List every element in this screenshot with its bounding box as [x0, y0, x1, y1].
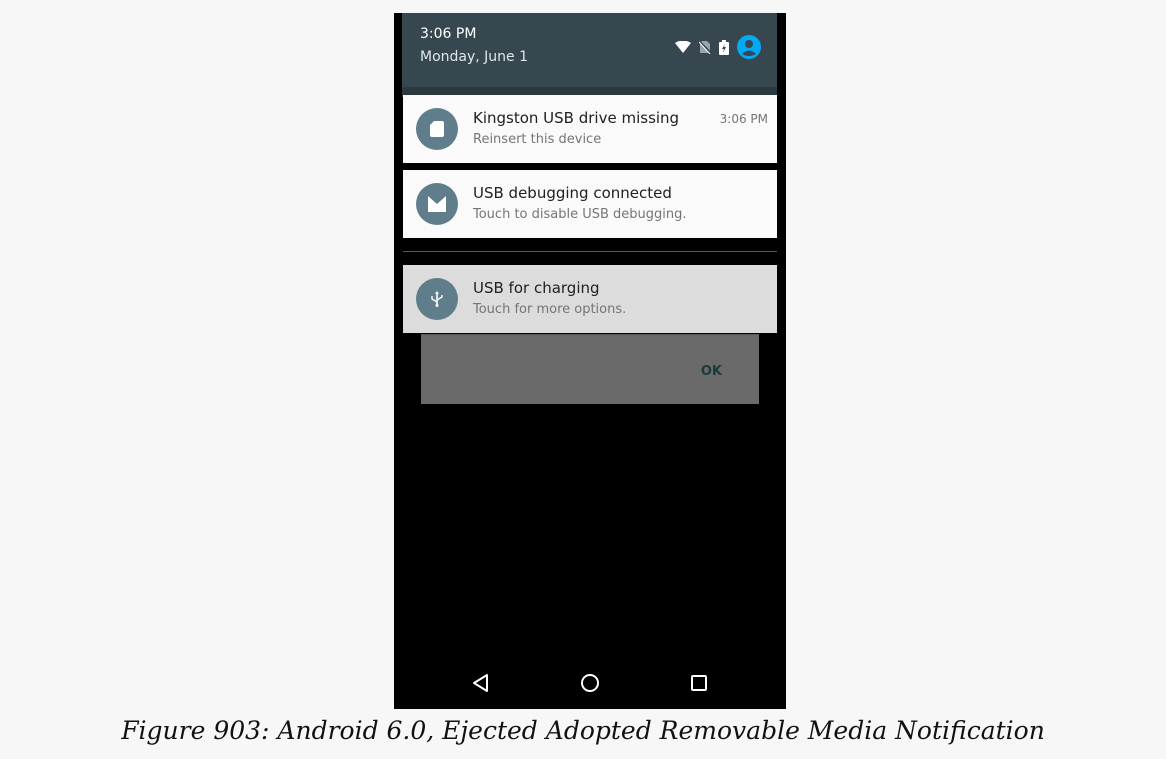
ok-button[interactable]: OK — [701, 364, 722, 379]
notification-title: USB debugging connected — [473, 184, 672, 202]
notification-usb-debugging[interactable]: USB debugging connected Touch to disable… — [403, 170, 777, 238]
navigation-bar — [394, 659, 786, 709]
notification-icon-circle — [416, 108, 458, 150]
clock: 3:06 PM — [420, 26, 477, 42]
date-label: Monday, June 1 — [420, 49, 529, 65]
phone-screen: 3:06 PM Monday, June 1 Kingston USB driv… — [394, 13, 786, 709]
notification-divider — [403, 251, 777, 252]
battery-charging-icon — [719, 39, 729, 55]
status-icons — [675, 35, 761, 59]
notification-text: Touch for more options. — [473, 302, 627, 317]
home-icon[interactable] — [580, 673, 600, 693]
figure-caption: Figure 903: Android 6.0, Ejected Adopted… — [121, 716, 1045, 745]
back-icon[interactable] — [471, 673, 491, 693]
android-m-icon — [428, 196, 446, 212]
notification-time: 3:06 PM — [719, 112, 768, 126]
notification-usb-drive-missing[interactable]: Kingston USB drive missing Reinsert this… — [403, 95, 777, 163]
notification-icon-circle — [416, 278, 458, 320]
notification-title: USB for charging — [473, 279, 600, 297]
no-sim-icon — [699, 40, 711, 54]
background-dialog: OK — [421, 334, 759, 404]
usb-icon — [431, 291, 443, 307]
wifi-icon — [675, 41, 691, 53]
notification-icon-circle — [416, 183, 458, 225]
account-icon[interactable] — [737, 35, 761, 59]
notification-usb-charging[interactable]: USB for charging Touch for more options. — [403, 265, 777, 333]
notification-title: Kingston USB drive missing — [473, 109, 680, 127]
notification-shade-header: 3:06 PM Monday, June 1 — [402, 13, 777, 87]
sd-card-icon — [430, 121, 444, 137]
notification-text: Touch to disable USB debugging. — [473, 207, 687, 222]
notification-text: Reinsert this device — [473, 132, 602, 147]
recents-icon[interactable] — [689, 673, 709, 693]
